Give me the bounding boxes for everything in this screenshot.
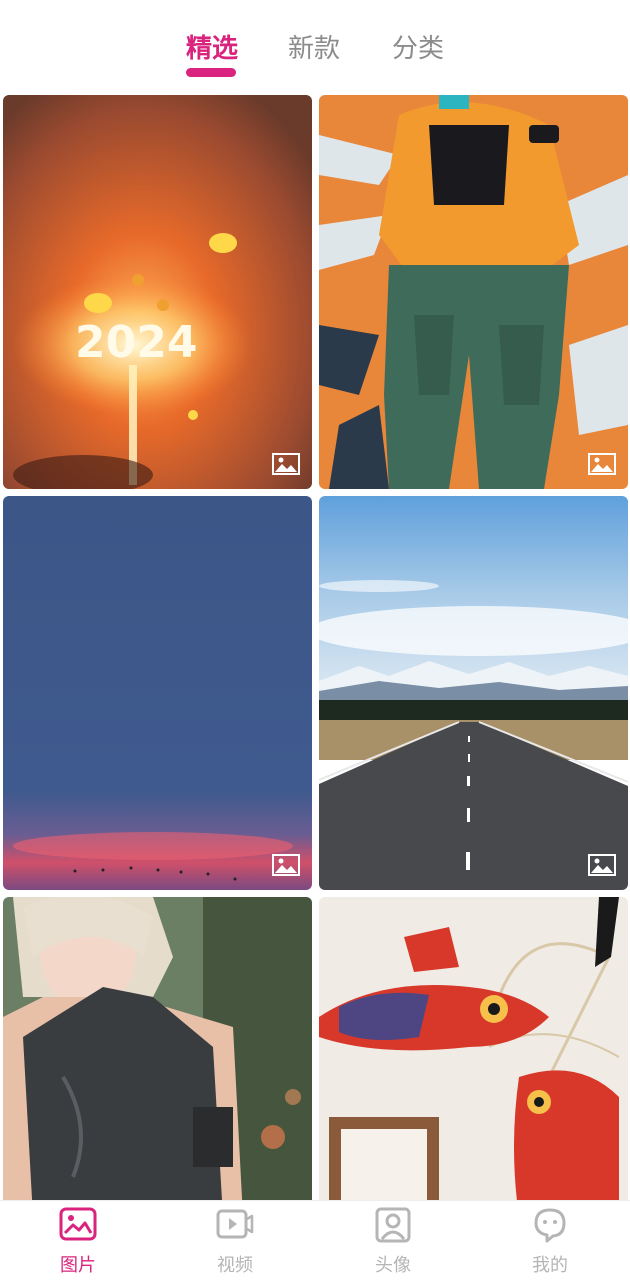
wallpaper-card-cosplay-girl[interactable] bbox=[3, 897, 312, 1201]
wallpaper-app: 精选 新款 分类 2024 图片 视频 头像 我的 bbox=[0, 0, 630, 1280]
wallpaper-card-blue-sky[interactable] bbox=[3, 496, 312, 890]
wallpaper-image bbox=[319, 95, 628, 489]
tab-featured[interactable]: 精选 bbox=[186, 28, 238, 65]
wallpaper-card-mountain-road[interactable] bbox=[319, 496, 628, 890]
tab-new[interactable]: 新款 bbox=[288, 28, 340, 65]
wallpaper-card-red-koi[interactable] bbox=[319, 897, 628, 1201]
nav-mine[interactable]: 我的 bbox=[510, 1207, 590, 1277]
wallpaper-image bbox=[3, 897, 312, 1201]
wallpaper-image bbox=[319, 897, 628, 1201]
active-tab-indicator bbox=[186, 68, 236, 77]
picture-icon bbox=[59, 1207, 97, 1241]
year-text: 2024 bbox=[75, 317, 197, 368]
image-type-icon bbox=[272, 854, 300, 876]
nav-label-avatars: 头像 bbox=[375, 1255, 411, 1276]
wallpaper-image bbox=[319, 496, 628, 890]
nav-videos[interactable]: 视频 bbox=[195, 1207, 275, 1277]
image-type-icon bbox=[588, 854, 616, 876]
video-icon bbox=[216, 1209, 254, 1239]
nav-label-pictures: 图片 bbox=[60, 1255, 96, 1276]
bottom-navigation: 图片 视频 头像 我的 bbox=[0, 1200, 630, 1280]
wallpaper-card-anime-girl[interactable] bbox=[319, 95, 628, 489]
avatar-icon bbox=[375, 1207, 411, 1243]
image-type-icon bbox=[272, 453, 300, 475]
nav-label-videos: 视频 bbox=[217, 1255, 253, 1276]
profile-icon bbox=[534, 1208, 566, 1243]
new-year-text-overlay: 2024 bbox=[75, 317, 197, 368]
wallpaper-card-new-year[interactable]: 2024 bbox=[3, 95, 312, 489]
wallpaper-image bbox=[3, 496, 312, 890]
top-tab-bar: 精选 新款 分类 bbox=[0, 0, 630, 92]
image-type-icon bbox=[588, 453, 616, 475]
tab-category[interactable]: 分类 bbox=[392, 28, 444, 65]
nav-label-mine: 我的 bbox=[532, 1255, 568, 1276]
nav-avatars[interactable]: 头像 bbox=[353, 1207, 433, 1277]
wallpaper-grid[interactable]: 2024 bbox=[3, 95, 628, 1201]
nav-pictures[interactable]: 图片 bbox=[38, 1207, 118, 1277]
